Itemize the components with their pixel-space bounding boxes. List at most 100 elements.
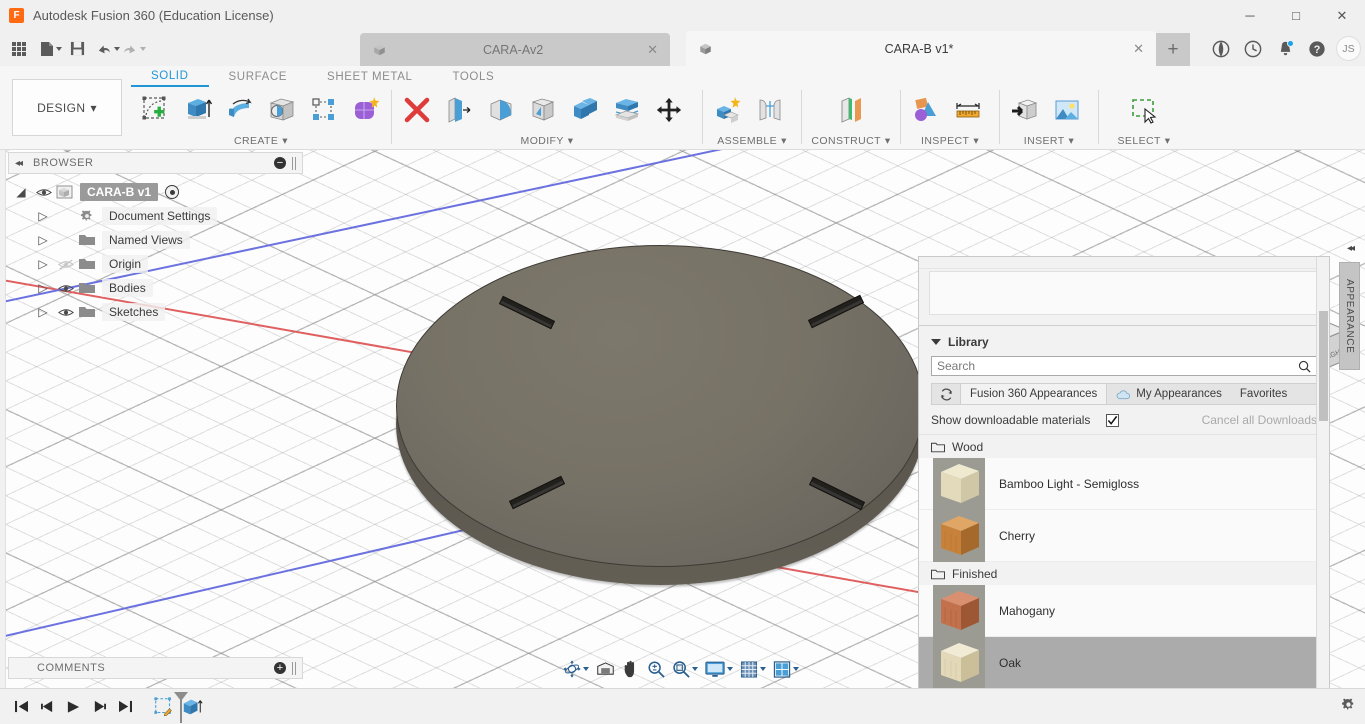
tree-item-document-settings[interactable]: ▷ Document Settings — [10, 204, 300, 228]
shell-icon[interactable] — [438, 89, 480, 131]
search-icon[interactable] — [1298, 360, 1311, 373]
pan-icon[interactable] — [619, 657, 643, 681]
data-panel-icon[interactable] — [1205, 33, 1237, 65]
fillet-icon[interactable] — [480, 89, 522, 131]
tree-item-sketches[interactable]: ▷ Sketches — [10, 300, 300, 324]
ribbon-group-insert-label[interactable]: INSERT ▾ — [1000, 132, 1098, 150]
expand-arrow-icon[interactable]: ▷ — [32, 257, 54, 271]
appearance-material-list[interactable]: Wood Bamboo Light - Semigloss — [919, 434, 1329, 723]
visibility-eye-hidden-icon[interactable] — [54, 259, 78, 270]
library-search-box[interactable] — [931, 356, 1317, 376]
ribbon-tab-tools[interactable]: TOOLS — [432, 66, 514, 87]
job-status-clock-icon[interactable] — [1237, 33, 1269, 65]
move-copy-icon[interactable] — [648, 89, 690, 131]
appearance-panel-tab[interactable]: APPEARANCE — [1339, 262, 1360, 370]
library-section-header[interactable]: Library — [919, 326, 1329, 356]
tree-item-origin[interactable]: ▷ Origin — [10, 252, 300, 276]
expand-arrow-icon[interactable]: ▷ — [32, 233, 54, 247]
timeline-settings-gear-icon[interactable] — [1340, 697, 1357, 717]
new-file-icon[interactable] — [38, 36, 64, 62]
rectangular-pattern-icon[interactable] — [303, 89, 345, 131]
tree-item-bodies[interactable]: ▷ Bodies — [10, 276, 300, 300]
undo-icon[interactable] — [95, 36, 121, 62]
timeline-step-back-button[interactable] — [34, 692, 60, 722]
visibility-eye-icon[interactable] — [32, 187, 56, 198]
combine-icon[interactable] — [564, 89, 606, 131]
visibility-eye-icon[interactable] — [54, 307, 78, 318]
cancel-all-downloads-button[interactable]: Cancel all Downloads — [1202, 413, 1317, 427]
library-tab-favorites[interactable]: Favorites — [1231, 384, 1296, 404]
scrollbar-thumb[interactable] — [1319, 311, 1328, 421]
expand-arrow-icon[interactable]: ▷ — [32, 305, 54, 319]
document-tab-close-icon[interactable]: ✕ — [1133, 41, 1144, 57]
add-comment-icon[interactable]: + — [274, 662, 286, 674]
interference-icon[interactable] — [905, 89, 947, 131]
comments-panel-header[interactable]: COMMENTS + — [8, 657, 303, 679]
workspace-selector[interactable]: DESIGN ▾ — [12, 79, 122, 136]
expand-arrow-icon[interactable]: ▷ — [32, 281, 54, 295]
extrude-icon[interactable] — [177, 89, 219, 131]
appearance-applied-dropzone[interactable] — [929, 271, 1319, 315]
document-tab-cara-a[interactable]: CARA-Av2 ✕ — [360, 33, 670, 66]
material-row-cherry[interactable]: Cherry — [919, 510, 1329, 562]
measure-icon[interactable] — [947, 89, 989, 131]
material-row-oak[interactable]: Oak — [919, 637, 1329, 689]
material-group-wood[interactable]: Wood — [919, 435, 1329, 458]
library-tab-fusion-appearances[interactable]: Fusion 360 Appearances — [960, 384, 1106, 404]
model-body-disc[interactable] — [396, 245, 924, 590]
refresh-icon[interactable] — [932, 384, 960, 404]
insert-canvas-icon[interactable] — [1046, 89, 1088, 131]
browser-panel-header[interactable]: ◂◂ BROWSER − — [8, 152, 303, 174]
new-tab-button[interactable]: + — [1156, 33, 1190, 66]
ribbon-group-select-label[interactable]: SELECT ▾ — [1099, 132, 1189, 150]
expand-arrow-icon[interactable]: ▷ — [32, 209, 54, 223]
new-component-icon[interactable] — [707, 89, 749, 131]
timeline-play-button[interactable] — [60, 692, 86, 722]
document-tab-close-icon[interactable]: ✕ — [647, 42, 658, 58]
ribbon-group-construct-label[interactable]: CONSTRUCT ▾ — [802, 132, 900, 150]
press-pull-icon[interactable] — [396, 89, 438, 131]
revolve-icon[interactable] — [219, 89, 261, 131]
insert-mcmaster-icon[interactable] — [1004, 89, 1046, 131]
fit-icon[interactable] — [669, 657, 701, 681]
ribbon-tab-solid[interactable]: SOLID — [131, 66, 209, 87]
minimize-button[interactable]: ─ — [1227, 0, 1273, 31]
offset-plane-icon[interactable] — [830, 89, 872, 131]
comments-resize-grip[interactable] — [292, 662, 296, 675]
library-tab-my-appearances[interactable]: My Appearances — [1106, 384, 1231, 404]
chamfer-icon[interactable] — [522, 89, 564, 131]
sphere-hole-icon[interactable] — [261, 89, 303, 131]
joint-icon[interactable] — [749, 89, 791, 131]
material-group-finished[interactable]: Finished — [919, 562, 1329, 585]
grid-snaps-icon[interactable] — [737, 657, 769, 681]
browser-collapse-icon[interactable]: ◂◂ — [15, 158, 21, 169]
timeline-marker[interactable] — [172, 691, 190, 724]
ribbon-group-create-label[interactable]: CREATE ▾ — [131, 132, 391, 150]
activate-component-icon[interactable] — [165, 185, 179, 199]
split-face-icon[interactable] — [606, 89, 648, 131]
ribbon-tab-sheet-metal[interactable]: SHEET METAL — [307, 66, 432, 87]
tree-item-cara-b[interactable]: ◢ CARA-B v1 — [10, 180, 300, 204]
material-row-mahogany[interactable]: Mahogany — [919, 585, 1329, 637]
redo-icon[interactable] — [121, 36, 147, 62]
visibility-eye-icon[interactable] — [54, 283, 78, 294]
appearance-collapse-icon[interactable]: ◂◂ — [1340, 240, 1360, 256]
ribbon-group-assemble-label[interactable]: ASSEMBLE ▾ — [703, 132, 801, 150]
user-avatar[interactable]: JS — [1336, 36, 1361, 61]
tree-item-named-views[interactable]: ▷ Named Views — [10, 228, 300, 252]
look-at-icon[interactable] — [593, 657, 618, 681]
orbit-icon[interactable] — [560, 657, 592, 681]
ribbon-tab-surface[interactable]: SURFACE — [209, 66, 308, 87]
timeline-step-forward-button[interactable] — [86, 692, 112, 722]
save-icon[interactable] — [64, 36, 90, 62]
search-input[interactable] — [937, 359, 1298, 373]
expand-arrow-icon[interactable]: ◢ — [10, 185, 32, 199]
document-tab-cara-b[interactable]: CARA-B v1* ✕ — [686, 31, 1156, 66]
appearance-panel-scrollbar[interactable] — [1316, 257, 1329, 723]
browser-resize-grip[interactable] — [292, 157, 296, 170]
show-downloadable-checkbox[interactable] — [1106, 414, 1119, 427]
browser-minimize-icon[interactable]: − — [274, 157, 286, 169]
ribbon-group-inspect-label[interactable]: INSPECT ▾ — [901, 132, 999, 150]
help-icon[interactable]: ? — [1301, 33, 1333, 65]
timeline-go-to-end-button[interactable] — [112, 692, 138, 722]
